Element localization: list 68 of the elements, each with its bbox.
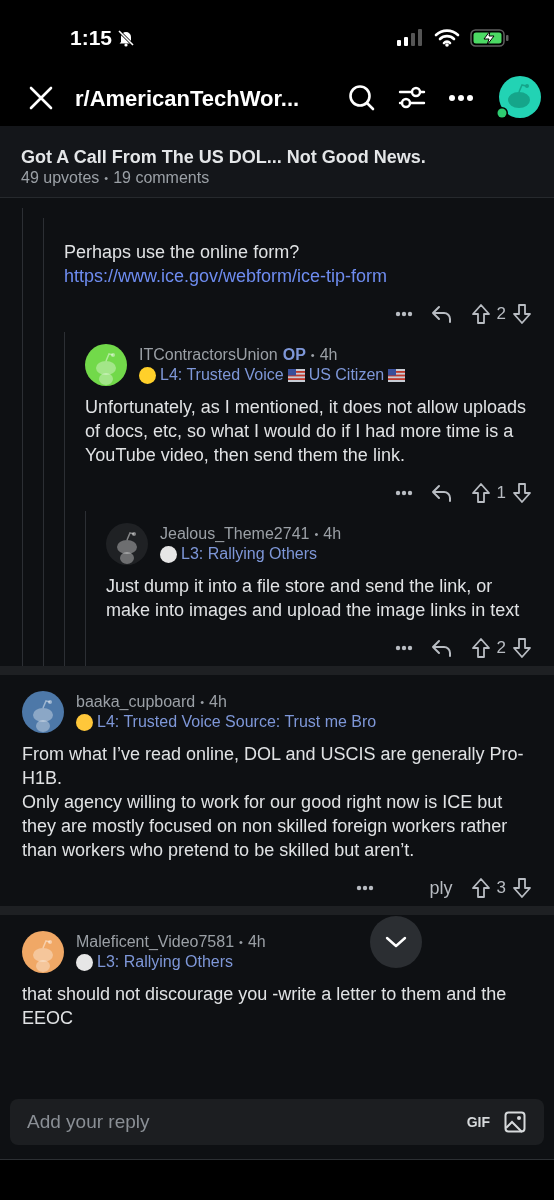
upvote-icon[interactable] — [470, 877, 491, 899]
upvote-icon[interactable] — [470, 637, 491, 659]
flair-text: US Citizen — [308, 365, 385, 385]
avatar-icon[interactable] — [22, 931, 64, 973]
username[interactable]: Maleficent_Video7581 — [76, 932, 235, 952]
post-title: Got A Call From The US DOL... Not Good News. — [21, 146, 427, 168]
comment-link[interactable]: https://www.ice.gov/ — [64, 266, 224, 286]
more-icon[interactable] — [394, 311, 413, 317]
reply-icon[interactable] — [430, 638, 453, 658]
separator-dot: • — [314, 527, 319, 542]
downvote-icon[interactable] — [512, 482, 532, 504]
close-icon[interactable] — [28, 85, 54, 111]
image-icon[interactable] — [504, 1111, 526, 1133]
downvote-icon[interactable] — [512, 637, 532, 659]
flair-text: L4: Trusted Voice — [160, 365, 284, 385]
vote-count: 1 — [496, 482, 506, 505]
vote-count: 2 — [496, 303, 506, 326]
reply-icon[interactable] — [430, 483, 453, 503]
chevron-down-icon — [385, 936, 407, 948]
avatar-icon[interactable] — [22, 691, 64, 733]
clock: 1:15 — [70, 25, 113, 52]
upvote-count: 49 upvotes — [21, 168, 100, 188]
more-icon[interactable] — [355, 885, 374, 891]
avatar-icon[interactable] — [496, 75, 542, 121]
comment-text: From what I’ve read online, DOL and USCIS are generally Pro- H1B. Only agency willing to work for our good right now is ICE but they are mostly focused on non skilled foreign workers rather than workers who pretend to be skilled but aren’t. — [22, 743, 525, 862]
search-icon[interactable] — [348, 84, 376, 112]
username[interactable]: ITContractorsUnion — [139, 345, 278, 365]
flag-icon — [287, 368, 305, 382]
flair-text: L3: Rallying Others — [181, 544, 318, 564]
username[interactable]: baaka_cupboard — [76, 692, 196, 712]
separator-dot: • — [104, 171, 109, 186]
more-icon[interactable] — [448, 94, 474, 102]
op-label: OP — [282, 345, 306, 365]
timestamp: 4h — [247, 932, 266, 952]
flair-text: L4: Trusted Voice Source: Trust me Bro — [97, 712, 377, 732]
signal-icon — [396, 29, 424, 47]
comment-text: that should not discourage you -write a letter to them and the EEOC — [22, 983, 508, 1030]
subreddit-title[interactable]: r/AmericanTechWor... — [75, 81, 300, 115]
reply-icon[interactable] — [430, 304, 453, 324]
comment-text: Unfortunately, as I mentioned, it does not allow uploads of docs, etc, so what I would do if I had more time is a YouTube video, then send them the link. — [85, 396, 527, 467]
downvote-icon[interactable] — [512, 303, 532, 325]
more-icon[interactable] — [394, 490, 413, 496]
comment-text: Just dump it into a file store and send the link, or make into images and upload the image links in text — [106, 575, 521, 622]
reply-field[interactable]: Add your reply GIF — [10, 1099, 544, 1145]
timestamp: 4h — [323, 524, 342, 544]
timestamp: 4h — [209, 692, 227, 712]
avatar-icon[interactable] — [85, 344, 127, 386]
scroll-down-button[interactable] — [370, 916, 422, 968]
upvote-icon[interactable] — [470, 303, 491, 325]
reply-button[interactable]: ply — [429, 874, 453, 902]
flag-icon — [388, 368, 406, 382]
vote-count: 3 — [496, 877, 506, 900]
separator-dot: • — [200, 695, 205, 710]
comment-count: 19 comments — [113, 168, 210, 188]
username[interactable]: Jealous_Theme2741 — [160, 524, 310, 544]
upvote-icon[interactable] — [470, 482, 491, 504]
comment-link[interactable]: webform/ice-tip-form — [223, 266, 388, 286]
wifi-icon — [434, 29, 460, 47]
more-icon[interactable] — [394, 645, 413, 651]
downvote-icon[interactable] — [512, 877, 532, 899]
battery-charging-icon — [470, 29, 510, 47]
timestamp: 4h — [319, 345, 338, 365]
vote-count: 2 — [496, 637, 506, 660]
separator-dot: • — [310, 348, 315, 363]
separator-dot: • — [239, 935, 243, 950]
flair-text: L3: Rallying Others — [97, 952, 234, 972]
gif-button[interactable]: GIF — [466, 1111, 490, 1133]
comment-text: Perhaps use the online form? https://www.ice.gov/webform/ice-tip-form — [64, 241, 389, 288]
